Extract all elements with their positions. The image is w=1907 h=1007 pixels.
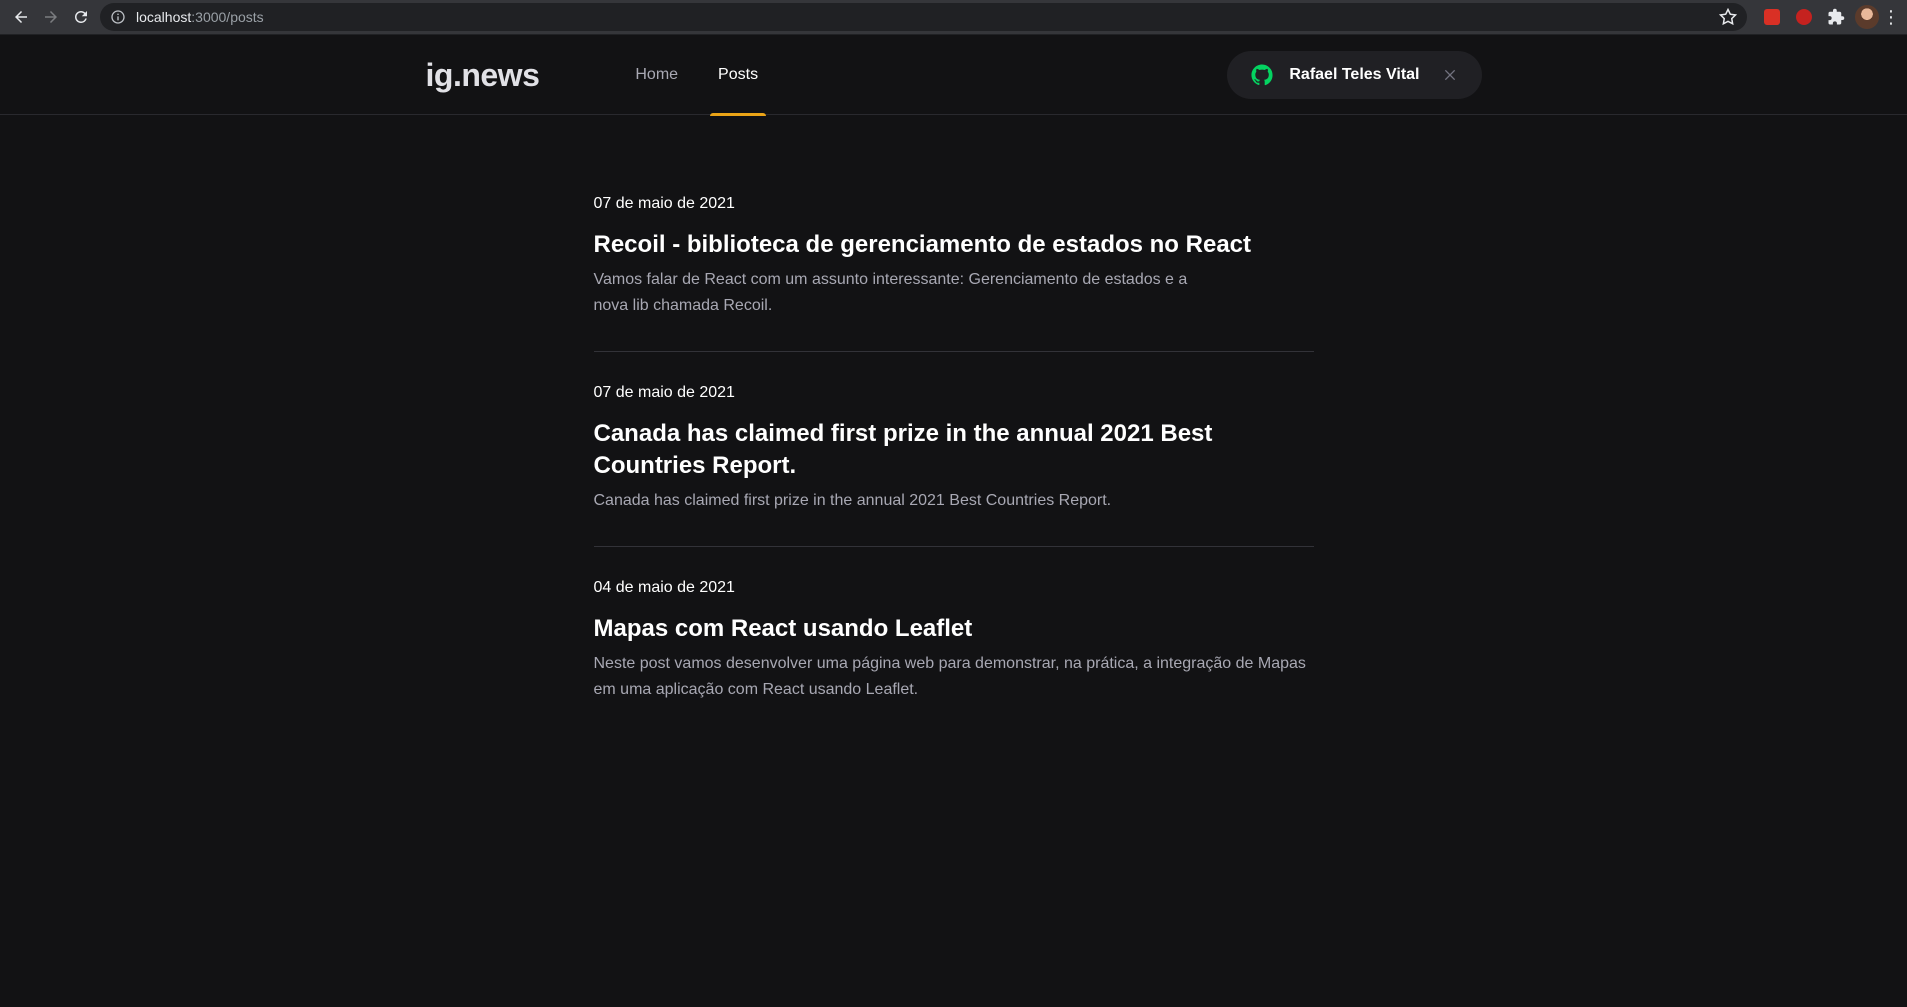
bookmark-star-icon[interactable]	[1719, 8, 1737, 26]
user-name: Rafael Teles Vital	[1289, 66, 1420, 83]
reload-button[interactable]	[66, 2, 96, 32]
site-header: ig.news Home Posts Rafael Teles Vital	[0, 35, 1907, 116]
post-date: 04 de maio de 2021	[593, 579, 735, 596]
post-title[interactable]: Canada has claimed first prize in the an…	[594, 418, 1314, 482]
back-button[interactable]	[6, 2, 36, 32]
profile-avatar[interactable]	[1855, 5, 1879, 29]
post-item[interactable]: 07 de maio de 2021 Canada has claimed fi…	[593, 351, 1314, 546]
logo[interactable]: ig.news	[426, 57, 540, 94]
main-nav: Home Posts	[627, 35, 790, 116]
address-bar[interactable]: localhost:3000/posts	[100, 3, 1747, 31]
info-icon[interactable]	[110, 9, 126, 25]
post-title[interactable]: Mapas com React usando Leaflet	[594, 613, 1314, 645]
close-icon[interactable]	[1442, 67, 1458, 83]
browser-toolbar: localhost:3000/posts ⋮	[0, 0, 1907, 35]
arrow-left-icon	[15, 11, 27, 23]
post-title[interactable]: Recoil - biblioteca de gerenciamento de …	[594, 229, 1314, 261]
url-host: localhost	[136, 9, 192, 25]
post-item[interactable]: 04 de maio de 2021 Mapas com React usand…	[593, 546, 1314, 735]
extensions-menu-button[interactable]	[1823, 4, 1849, 30]
extension-icon	[1796, 9, 1812, 25]
puzzle-icon	[1828, 8, 1845, 25]
post-excerpt: Vamos falar de React com um assunto inte…	[593, 271, 1188, 314]
github-icon	[1251, 64, 1273, 86]
arrow-right-icon	[45, 11, 57, 23]
extension-button[interactable]	[1791, 4, 1817, 30]
post-item[interactable]: 07 de maio de 2021 Recoil - biblioteca d…	[594, 195, 1314, 351]
extension-button[interactable]	[1759, 4, 1785, 30]
browser-menu-icon[interactable]: ⋮	[1881, 4, 1901, 30]
post-date: 07 de maio de 2021	[593, 195, 735, 212]
post-excerpt: Canada has claimed first prize in the an…	[593, 492, 1112, 509]
nav-home[interactable]: Home	[627, 35, 686, 115]
url-path: :3000/posts	[191, 9, 264, 25]
forward-button[interactable]	[36, 2, 66, 32]
posts-list: 07 de maio de 2021 Recoil - biblioteca d…	[593, 115, 1314, 735]
post-date: 07 de maio de 2021	[593, 384, 735, 401]
post-excerpt: Neste post vamos desenvolver uma página …	[593, 655, 1306, 698]
reload-icon	[75, 10, 87, 23]
nav-posts[interactable]: Posts	[710, 35, 767, 116]
github-user-button[interactable]: Rafael Teles Vital	[1227, 51, 1482, 99]
extension-icon	[1764, 9, 1780, 25]
